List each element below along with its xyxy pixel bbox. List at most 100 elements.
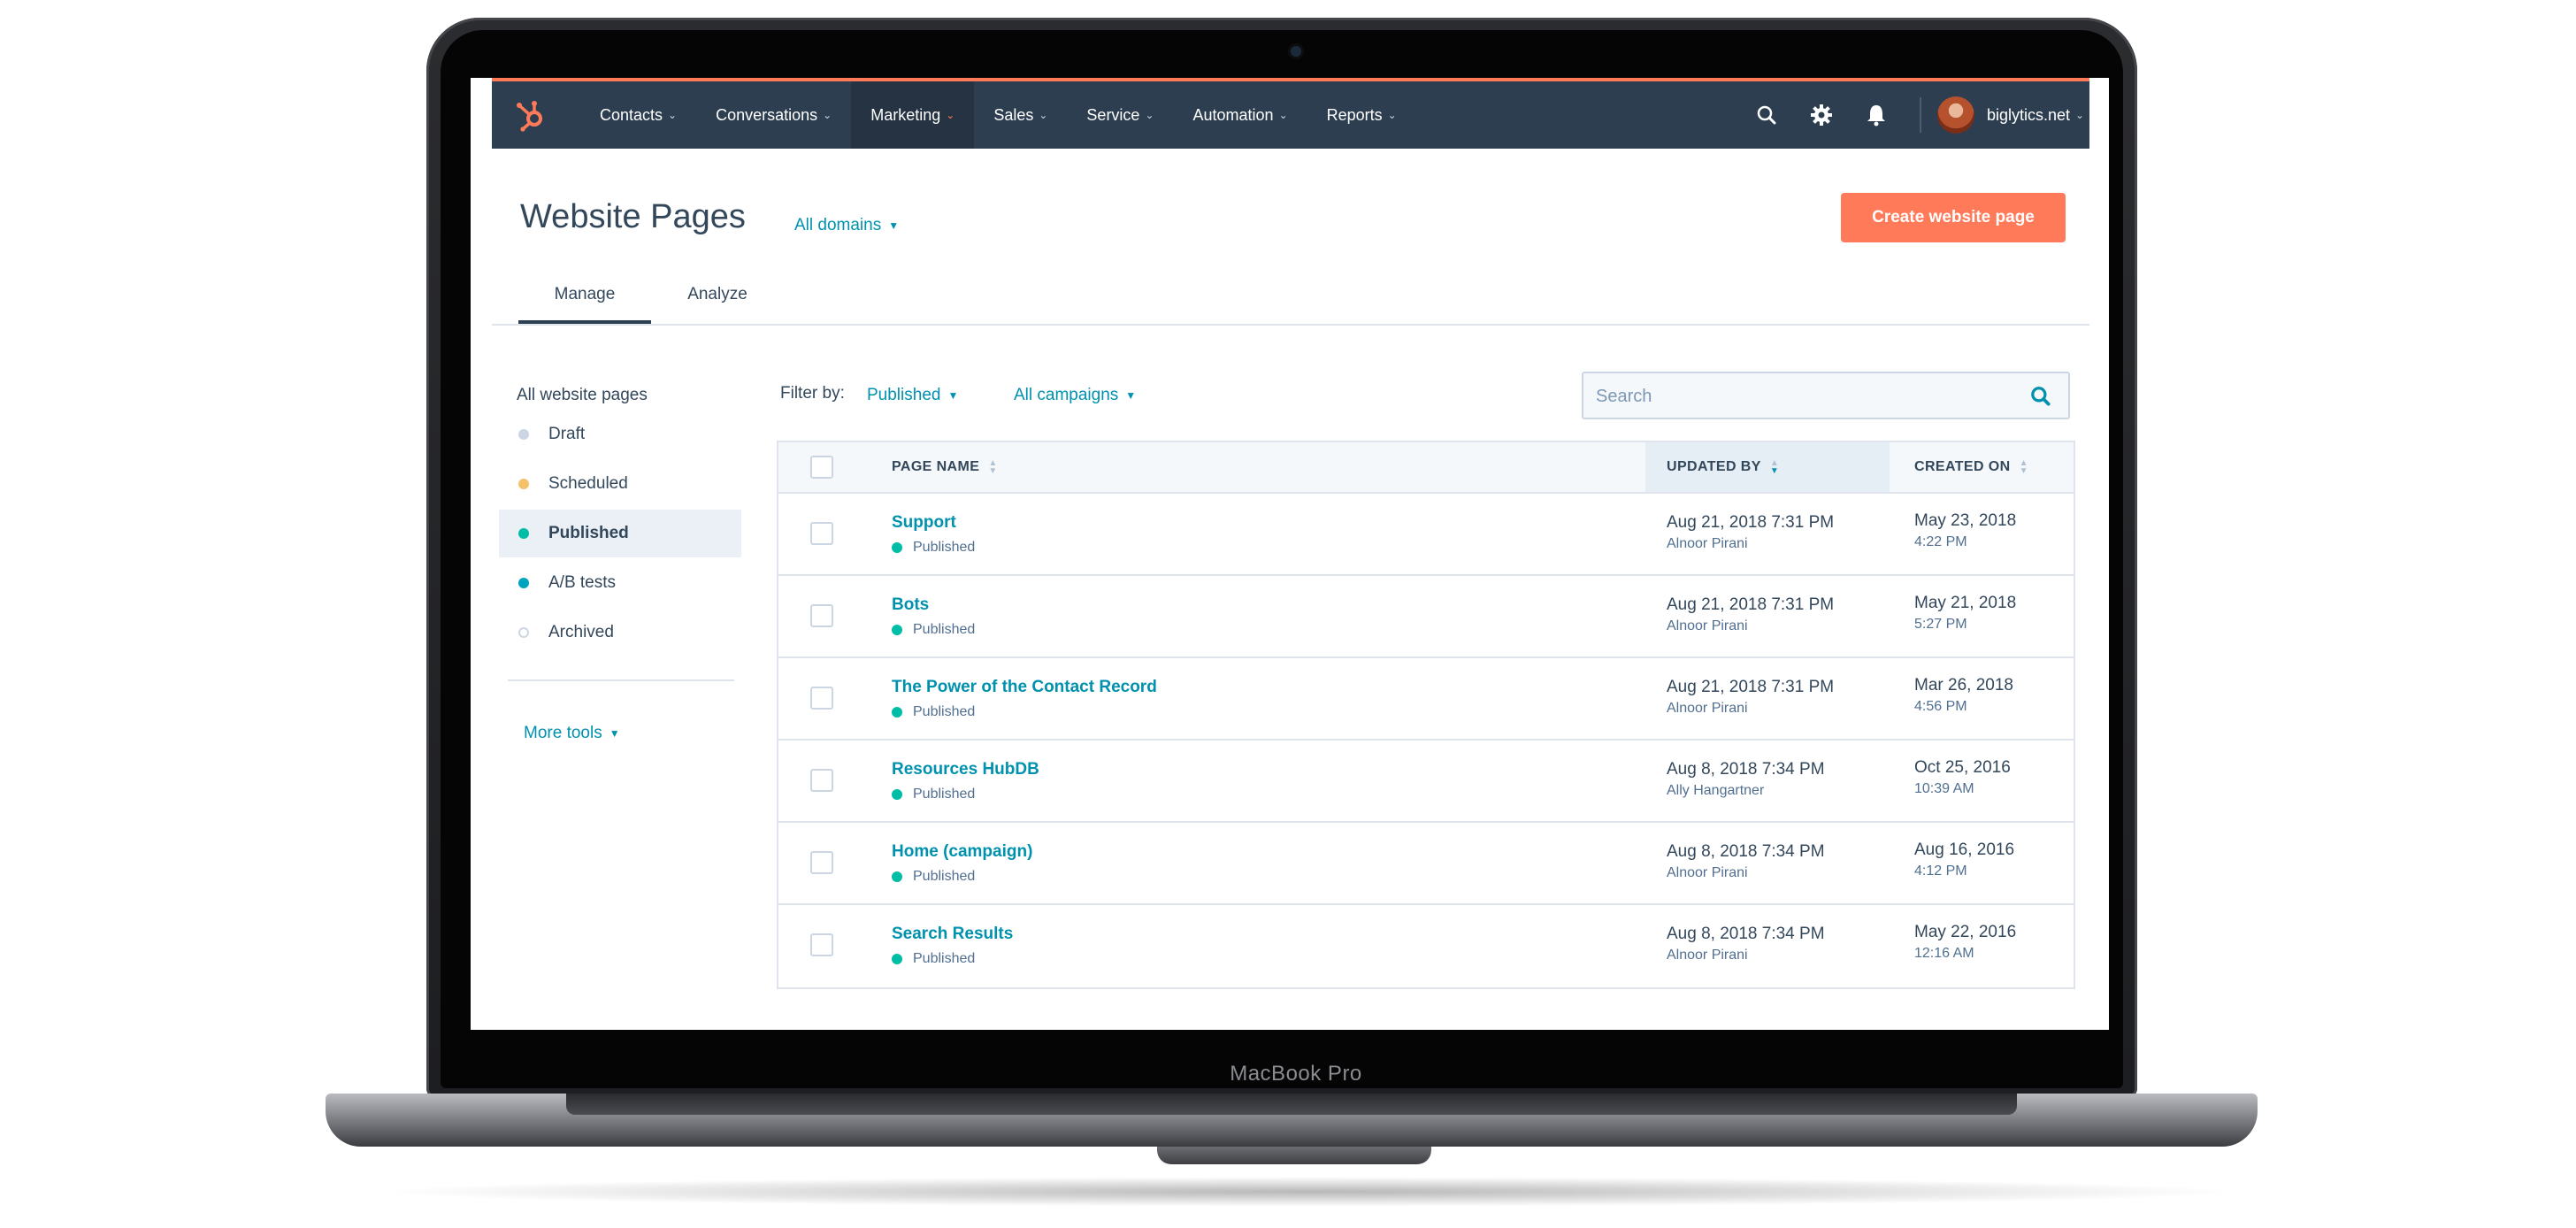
- updated-date: Aug 21, 2018 7:31 PM: [1667, 595, 1835, 614]
- updated-date: Aug 8, 2018 7:34 PM: [1667, 925, 1825, 943]
- page-name-link[interactable]: Support: [892, 513, 956, 533]
- page-status: Published: [892, 622, 975, 638]
- updated-by-user: Alnoor Pirani: [1667, 865, 1748, 880]
- created-date: Oct 25, 2016: [1914, 758, 2011, 777]
- nav-marketing[interactable]: Marketing ⌄: [851, 81, 975, 149]
- page-status: Published: [892, 704, 975, 720]
- page-name-link[interactable]: The Power of the Contact Record: [892, 678, 1157, 697]
- status-dot-icon: [892, 954, 902, 964]
- tab-manage[interactable]: Manage: [518, 274, 651, 324]
- updated-date: Aug 8, 2018 7:34 PM: [1667, 842, 1825, 861]
- search-icon[interactable]: [2029, 385, 2052, 408]
- table-row: Search Results Published Aug 8, 2018 7:3…: [778, 905, 2074, 987]
- table-row: Home (campaign) Published Aug 8, 2018 7:…: [778, 823, 2074, 905]
- created-date: May 22, 2016: [1914, 923, 2017, 941]
- sidebar-item-all-website-pages[interactable]: All website pages: [517, 386, 648, 405]
- laptop-notch: [1157, 1147, 1431, 1164]
- sort-descending-icon: ▲ ▼: [1769, 458, 1780, 476]
- nav-service[interactable]: Service ⌄: [1067, 81, 1173, 149]
- nav-label: Contacts: [600, 105, 663, 124]
- gear-icon[interactable]: [1794, 81, 1849, 149]
- nav-divider: [1920, 97, 1921, 133]
- row-checkbox[interactable]: [810, 769, 833, 792]
- status-label: Published: [913, 951, 976, 966]
- sidebar-item-scheduled[interactable]: Scheduled: [499, 460, 741, 508]
- status-filter-dropdown[interactable]: Published ▼: [867, 386, 958, 405]
- more-tools-label: More tools: [524, 724, 602, 742]
- sidebar-divider: [508, 679, 734, 681]
- status-dot-icon: [518, 429, 529, 440]
- create-website-page-button[interactable]: Create website page: [1841, 193, 2066, 242]
- sidebar-item-label: A/B tests: [548, 573, 617, 592]
- row-checkbox[interactable]: [810, 522, 833, 545]
- row-checkbox[interactable]: [810, 933, 833, 956]
- more-tools-dropdown[interactable]: More tools ▼: [524, 724, 620, 743]
- table-row: Support Published Aug 21, 2018 7:31 PM A…: [778, 494, 2074, 576]
- search-input[interactable]: [1596, 384, 2003, 409]
- updated-date: Aug 8, 2018 7:34 PM: [1667, 760, 1825, 779]
- table-row: Resources HubDB Published Aug 8, 2018 7:…: [778, 741, 2074, 823]
- row-checkbox[interactable]: [810, 851, 833, 874]
- main-nav: Contacts ⌄ Conversations ⌄ Marketing ⌄ Sale…: [580, 81, 1416, 149]
- laptop-keyboard-deck: [566, 1094, 2017, 1115]
- row-checkbox[interactable]: [810, 604, 833, 627]
- created-time: 12:16 AM: [1914, 946, 1974, 961]
- page-status: Published: [892, 787, 975, 802]
- status-label: Published: [913, 869, 976, 884]
- status-dot-icon: [892, 789, 902, 800]
- nav-conversations[interactable]: Conversations ⌄: [696, 81, 851, 149]
- tab-bar: Manage Analyze: [518, 274, 784, 324]
- updated-date: Aug 21, 2018 7:31 PM: [1667, 513, 1835, 532]
- search-icon[interactable]: [1739, 81, 1794, 149]
- status-label: Published: [913, 787, 976, 802]
- page-name-link[interactable]: Home (campaign): [892, 842, 1032, 862]
- page-title: Website Pages: [520, 198, 746, 235]
- select-all-checkbox[interactable]: [810, 456, 833, 479]
- status-dot-icon: [518, 528, 529, 539]
- sidebar-item-label: Draft: [548, 425, 586, 443]
- status-dot-icon: [892, 707, 902, 718]
- sidebar-item-published[interactable]: Published: [499, 510, 741, 557]
- nav-automation[interactable]: Automation ⌄: [1174, 81, 1307, 149]
- updated-date: Aug 21, 2018 7:31 PM: [1667, 678, 1835, 696]
- search-box: [1582, 372, 2070, 419]
- page-name-link[interactable]: Bots: [892, 595, 929, 615]
- table-row: Bots Published Aug 21, 2018 7:31 PM Alno…: [778, 576, 2074, 658]
- top-utility-icons: biglytics.net ⌄: [1739, 81, 2084, 149]
- column-updated-by[interactable]: UPDATED BY ▲ ▼: [1667, 442, 1779, 492]
- account-menu[interactable]: biglytics.net ⌄: [1987, 106, 2084, 125]
- chevron-down-icon: ⌄: [1387, 109, 1397, 121]
- nav-contacts[interactable]: Contacts ⌄: [580, 81, 696, 149]
- nav-reports[interactable]: Reports ⌄: [1307, 81, 1416, 149]
- sidebar-item-archived[interactable]: Archived: [499, 609, 741, 656]
- caret-down-icon: ▼: [947, 388, 959, 402]
- hubspot-logo-icon[interactable]: [513, 97, 548, 133]
- nav-sales[interactable]: Sales ⌄: [974, 81, 1067, 149]
- table-row: The Power of the Contact Record Publishe…: [778, 658, 2074, 741]
- sidebar-item-draft[interactable]: Draft: [499, 411, 741, 458]
- column-label: PAGE NAME: [892, 459, 980, 474]
- status-filter-label: Published: [867, 386, 941, 404]
- created-time: 4:12 PM: [1914, 863, 1967, 879]
- tab-analyze[interactable]: Analyze: [651, 274, 784, 324]
- chevron-down-icon: ⌄: [2075, 109, 2085, 121]
- user-avatar[interactable]: [1937, 96, 1974, 134]
- column-created-on[interactable]: CREATED ON ▲ ▼: [1914, 442, 2028, 492]
- row-checkbox[interactable]: [810, 687, 833, 710]
- page-name-link[interactable]: Search Results: [892, 925, 1013, 944]
- column-page-name[interactable]: PAGE NAME ▲ ▼: [892, 442, 998, 492]
- account-name: biglytics.net: [1987, 105, 2071, 124]
- created-date: Mar 26, 2018: [1914, 676, 2013, 695]
- campaign-filter-dropdown[interactable]: All campaigns ▼: [1014, 386, 1136, 405]
- chevron-down-icon: ⌄: [668, 109, 678, 121]
- created-time: 4:56 PM: [1914, 699, 1967, 714]
- app-screen: Contacts ⌄ Conversations ⌄ Marketing ⌄ Sale…: [471, 78, 2109, 1030]
- sidebar-item-label: Published: [548, 524, 629, 542]
- domains-dropdown[interactable]: All domains ▼: [794, 216, 899, 235]
- updated-by-user: Alnoor Pirani: [1667, 948, 1748, 963]
- pages-table: PAGE NAME ▲ ▼ UPDATED BY ▲ ▼ CREATED ON ▲ ▼…: [777, 441, 2075, 989]
- sidebar-item-ab-tests[interactable]: A/B tests: [499, 559, 741, 607]
- updated-by-user: Ally Hangartner: [1667, 783, 1765, 798]
- page-name-link[interactable]: Resources HubDB: [892, 760, 1039, 779]
- bell-icon[interactable]: [1849, 81, 1904, 149]
